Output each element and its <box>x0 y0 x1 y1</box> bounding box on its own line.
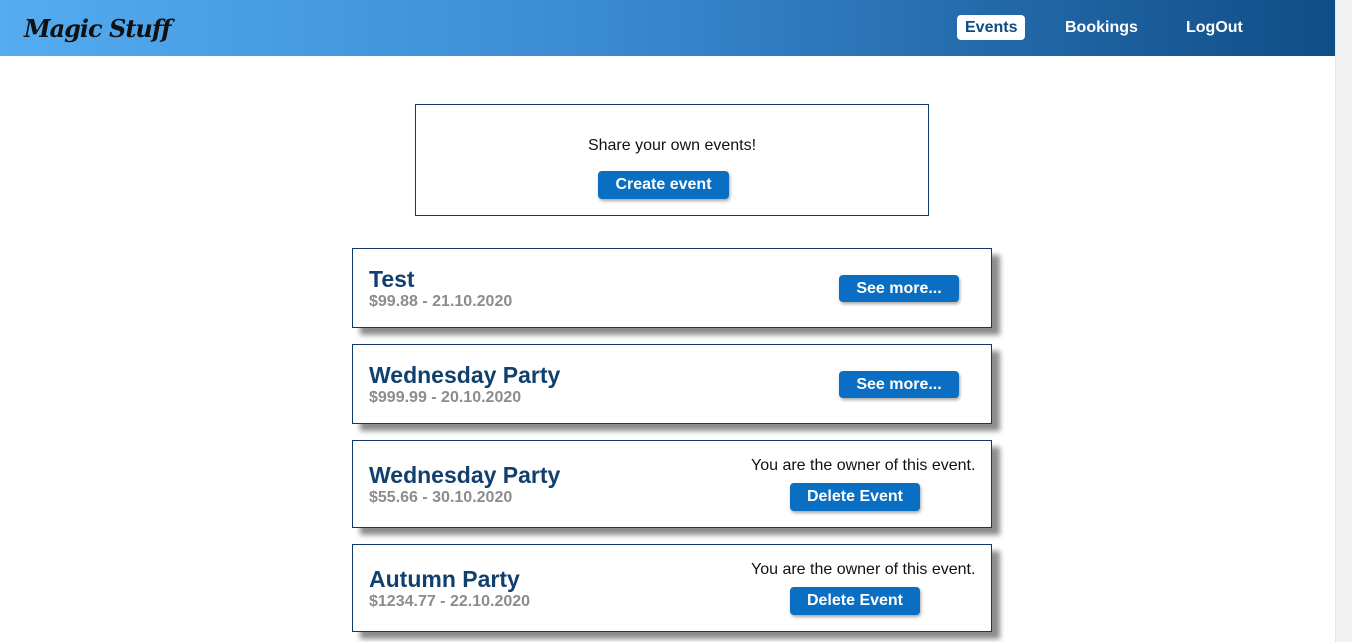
event-price-date: $999.99 - 20.10.2020 <box>369 389 522 406</box>
nav-events-link[interactable]: Events <box>957 15 1025 40</box>
event-card: Test $99.88 - 21.10.2020 See more... <box>352 248 992 328</box>
event-price-date: $55.66 - 30.10.2020 <box>369 489 513 506</box>
create-event-button[interactable]: Create event <box>598 171 729 199</box>
nav-bookings-link[interactable]: Bookings <box>1057 15 1146 40</box>
event-card: Wednesday Party $999.99 - 20.10.2020 See… <box>352 344 992 424</box>
brand-logo[interactable]: Magic Stuff <box>24 14 171 43</box>
event-title: Test <box>369 266 415 292</box>
event-title: Wednesday Party <box>369 362 561 388</box>
event-card: Wednesday Party $55.66 - 30.10.2020 You … <box>352 440 992 528</box>
page: Magic Stuff Events Bookings LogOut Share… <box>0 0 1352 642</box>
create-event-panel: Share your own events! Create event <box>415 104 929 216</box>
event-price-date: $99.88 - 21.10.2020 <box>369 293 513 310</box>
event-title: Wednesday Party <box>369 462 561 488</box>
event-title: Autumn Party <box>369 566 520 592</box>
owner-notice: You are the owner of this event. <box>751 457 976 474</box>
owner-notice: You are the owner of this event. <box>751 561 976 578</box>
event-price-date: $1234.77 - 22.10.2020 <box>369 593 531 610</box>
create-event-prompt: Share your own events! <box>587 137 757 154</box>
navbar: Magic Stuff Events Bookings LogOut <box>0 0 1335 56</box>
delete-event-button[interactable]: Delete Event <box>790 587 920 615</box>
nav-logout-link[interactable]: LogOut <box>1178 15 1251 40</box>
see-more-button[interactable]: See more... <box>839 371 959 398</box>
event-card: Autumn Party $1234.77 - 22.10.2020 You a… <box>352 544 992 632</box>
delete-event-button[interactable]: Delete Event <box>790 483 920 511</box>
see-more-button[interactable]: See more... <box>839 275 959 302</box>
page-scrollbar[interactable] <box>1335 0 1352 642</box>
